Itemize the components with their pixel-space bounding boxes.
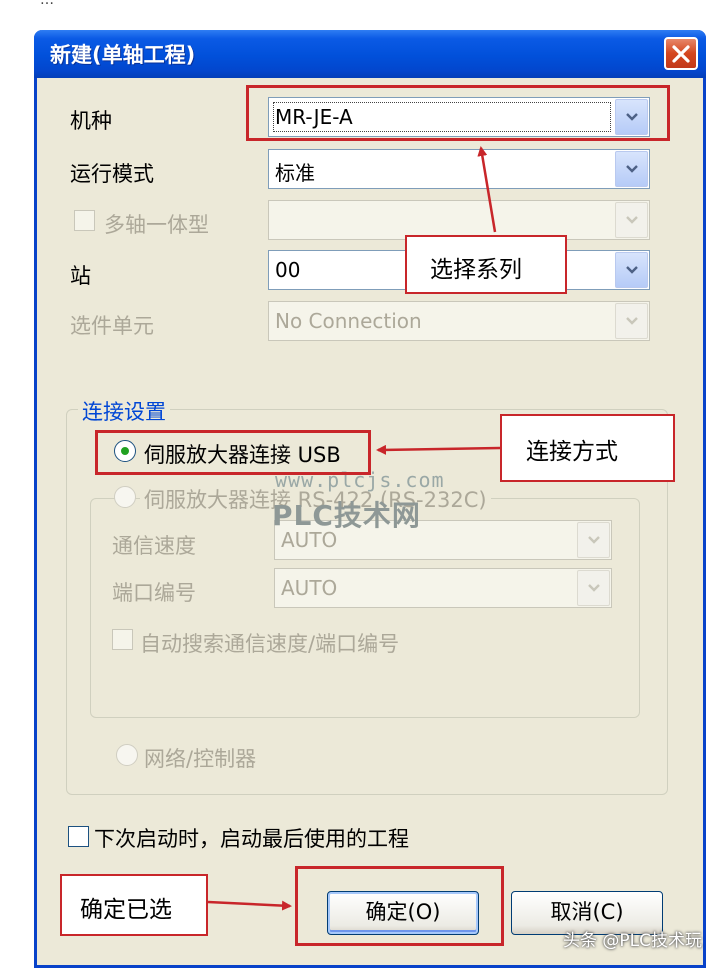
rs422-connection-radio[interactable] — [114, 486, 136, 508]
confirm-selected-arrow — [207, 900, 292, 911]
annotation-arrows — [207, 146, 501, 911]
connection-method-arrow — [376, 444, 501, 455]
footer-watermark: 头条 @PLC技术玩 — [563, 931, 702, 951]
screenshot-page: … 新建(单轴工程) 机种 MR-JE-A 运行模式 标准 多轴一体型 站 00… — [0, 0, 728, 980]
select-series-arrow — [477, 146, 497, 233]
